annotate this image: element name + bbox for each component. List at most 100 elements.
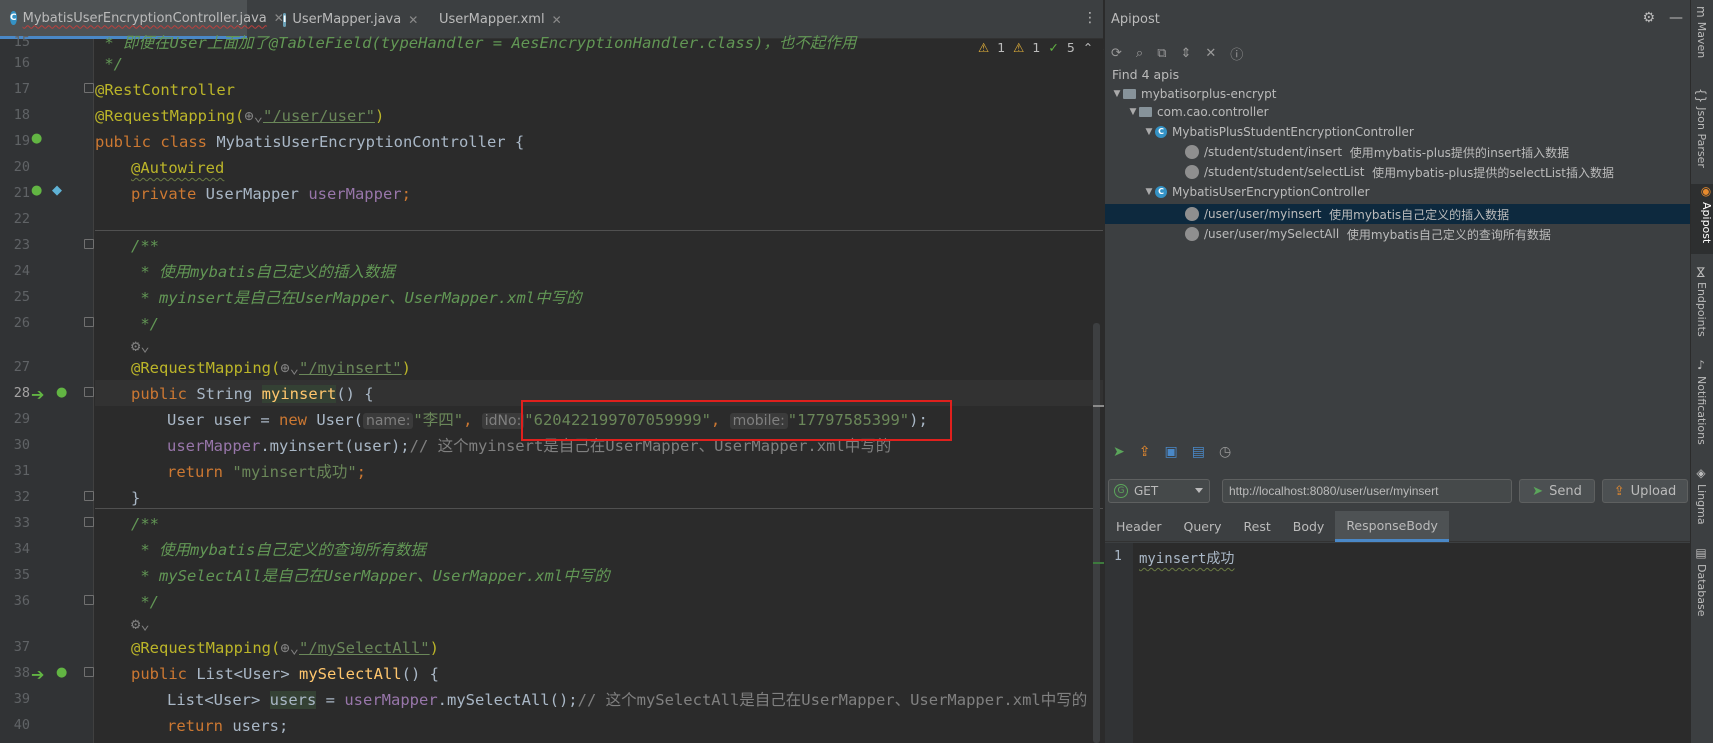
stripe-lingma[interactable]: ◈Lingma <box>1694 466 1708 525</box>
line-number: 36 <box>13 593 30 609</box>
code-line-35: * mySelectAll是自己在UserMapper、UserMapper.x… <box>131 567 610 585</box>
stripe-notifications[interactable]: ♪Notifications <box>1694 358 1708 445</box>
close-icon[interactable]: ✕ <box>552 13 562 27</box>
apipost-toolbar: ⟳ ⌕ ⧉ ⇕ ✕ ⓘ <box>1111 39 1243 67</box>
api-doc-icon[interactable]: ⚙⌄ <box>131 611 150 637</box>
upload-button[interactable]: ⇪ Upload <box>1602 479 1688 503</box>
fold-marker-icon[interactable] <box>84 517 94 527</box>
fold-marker-icon[interactable] <box>84 667 94 677</box>
line-number: 28 <box>13 385 30 401</box>
chevron-down-icon: ▼ <box>1129 107 1137 117</box>
search-icon[interactable]: ⌕ <box>1136 46 1143 61</box>
tree-node-project[interactable]: ▼ mybatisorplus-encrypt <box>1105 84 1691 104</box>
send-button[interactable]: ➤ Send <box>1519 479 1595 503</box>
fold-marker-icon[interactable] <box>84 387 94 397</box>
tab-header[interactable]: Header <box>1105 511 1173 542</box>
expand-all-icon[interactable]: ⇕ <box>1180 46 1191 61</box>
tree-node-api[interactable]: /user/user/mySelectAll 使用mybatis自己定义的查询所… <box>1105 224 1691 244</box>
tree-node-api[interactable]: /student/student/insert 使用mybatis-plus提供… <box>1105 142 1691 162</box>
tab-rest[interactable]: Rest <box>1233 511 1282 542</box>
code-line-23: /** <box>131 237 159 255</box>
spring-bean-icon[interactable]: ● <box>31 131 42 146</box>
code-line-37: @RequestMapping(⊕⌄"/mySelectAll") <box>131 639 439 657</box>
method-select[interactable]: G GET <box>1108 479 1210 503</box>
fold-marker-icon[interactable] <box>84 317 94 327</box>
code-area[interactable]: * 即便在User上面加了@TableField(typeHandler = A… <box>95 34 1103 743</box>
request-mapping-arrow-icon[interactable]: ➔ <box>31 665 44 684</box>
upload-icon: ⇪ <box>1613 483 1625 499</box>
line-number: 23 <box>13 237 30 253</box>
database-icon: ▤ <box>1694 546 1708 560</box>
typo-icon: ✓ <box>1048 40 1059 55</box>
stripe-database[interactable]: ▤Database <box>1694 546 1708 617</box>
code-line-20: @Autowired <box>131 159 225 177</box>
request-actions: ➤ ⇪ ▣ ▤ ◷ <box>1113 444 1231 460</box>
upload-icon[interactable]: ⇪ <box>1139 444 1151 460</box>
spring-bean-icon[interactable]: ● <box>31 183 42 198</box>
stripe-json-parser[interactable]: {}Json Parser <box>1694 88 1708 168</box>
bell-icon: ♪ <box>1694 358 1708 372</box>
stripe-endpoints[interactable]: ⋈Endpoints <box>1694 266 1708 337</box>
api-count-label: Find 4 apis <box>1112 67 1180 82</box>
line-number: 38 <box>13 665 30 681</box>
response-line-number: 1 <box>1114 549 1122 564</box>
stripe-maven[interactable]: mMaven <box>1694 6 1708 58</box>
tab-label: MybatisUserEncryptionController.java <box>22 10 267 26</box>
code-line-16: */ <box>95 55 123 73</box>
more-vertical-icon[interactable]: ⋮ <box>1083 10 1097 26</box>
spring-web-icon[interactable]: ● <box>56 665 67 680</box>
maven-icon: m <box>1694 6 1708 18</box>
spring-web-icon[interactable]: ● <box>56 385 67 400</box>
chevron-down-icon: ▼ <box>1145 187 1153 197</box>
send-icon[interactable]: ➤ <box>1113 444 1125 460</box>
fold-marker-icon[interactable] <box>84 83 94 93</box>
inspection-widget[interactable]: ⚠1 ⚠1 ✓5 ⌃⌄ <box>978 40 1112 55</box>
code-line-33: /** <box>131 515 159 533</box>
fold-marker-icon[interactable] <box>84 595 94 605</box>
line-number: 25 <box>13 289 30 305</box>
tree-node-controller[interactable]: ▼ C MybatisPlusStudentEncryptionController <box>1105 122 1691 142</box>
fold-marker-icon[interactable] <box>84 239 94 249</box>
tree-node-api[interactable]: /student/student/selectList 使用mybatis-pl… <box>1105 162 1691 182</box>
line-number: 39 <box>13 691 30 707</box>
request-bar: GGET ➤Send ⇪Upload <box>1108 479 1688 503</box>
url-input[interactable] <box>1222 479 1512 503</box>
code-line-38: public List<User> mySelectAll() { <box>131 665 439 683</box>
navigate-to-bean-icon[interactable]: ◆ <box>52 183 62 198</box>
line-number: 26 <box>13 315 30 331</box>
api-icon <box>1185 145 1199 159</box>
help-icon[interactable]: ⓘ <box>1230 44 1243 63</box>
code-editor[interactable]: C MybatisUserEncryptionController.java ✕… <box>0 0 1112 743</box>
class-icon: C <box>1155 126 1167 138</box>
tree-node-package[interactable]: ▼ com.cao.controller <box>1105 102 1691 122</box>
collapse-all-icon[interactable]: ✕ <box>1205 46 1216 61</box>
line-number: 30 <box>13 437 30 453</box>
apipost-title-bar: Apipost ⚙ — <box>1105 0 1691 39</box>
line-gutter[interactable]: 15 16 17 18 19 20 21 22 23 24 25 26 27 2… <box>0 34 94 743</box>
tree-node-api-selected[interactable]: /user/user/myinsert 使用mybatis自己定义的插入数据 <box>1105 204 1691 224</box>
history-icon[interactable]: ◷ <box>1219 444 1231 460</box>
line-number: 16 <box>13 55 30 71</box>
fold-marker-icon[interactable] <box>84 491 94 501</box>
docs-icon[interactable]: ▤ <box>1192 444 1205 460</box>
response-viewer[interactable]: 1 myinsert成功 <box>1105 543 1691 743</box>
gear-icon[interactable]: ⚙ <box>1642 10 1655 26</box>
minimize-icon[interactable]: — <box>1669 10 1683 26</box>
editor-scrollbar[interactable] <box>1093 323 1100 743</box>
refresh-icon[interactable]: ⟳ <box>1111 46 1122 61</box>
code-line-31: return "myinsert成功"; <box>167 463 366 481</box>
tree-node-controller[interactable]: ▼ C MybatisUserEncryptionController <box>1105 182 1691 202</box>
tab-query[interactable]: Query <box>1173 511 1233 542</box>
group-icon[interactable]: ⧉ <box>1157 46 1166 61</box>
tab-response-body[interactable]: ResponseBody <box>1335 511 1449 542</box>
line-number: 32 <box>13 489 30 505</box>
method-icon: G <box>1114 484 1128 498</box>
close-icon[interactable]: ✕ <box>408 13 418 27</box>
request-mapping-arrow-icon[interactable]: ➔ <box>31 385 44 404</box>
save-icon[interactable]: ▣ <box>1164 444 1177 460</box>
line-number: 31 <box>13 463 30 479</box>
apipost-panel: Apipost ⚙ — ⟳ ⌕ ⧉ ⇕ ✕ ⓘ Find 4 apis ▼ myb… <box>1104 0 1691 743</box>
stripe-apipost[interactable]: ◉Apipost <box>1691 184 1713 254</box>
code-line-34: * 使用mybatis自己定义的查询所有数据 <box>131 541 426 559</box>
tab-body[interactable]: Body <box>1282 511 1336 542</box>
